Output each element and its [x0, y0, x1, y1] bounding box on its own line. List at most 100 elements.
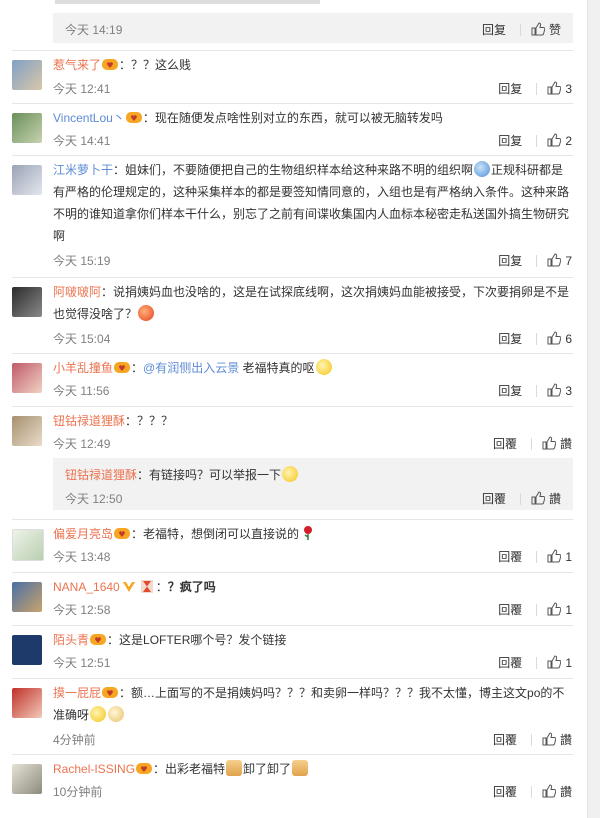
comment-text: 老福特真的呕 [239, 361, 315, 375]
avatar[interactable] [12, 582, 42, 612]
comment-text-prefix: ： [131, 361, 144, 375]
like-button[interactable]: 3 [547, 81, 572, 96]
comment-time: 今天 14:19 [65, 23, 123, 37]
like-count: 讚 [548, 492, 561, 506]
comment-item: Rachel-ISSING ♥ ：出彩老福特 卸了卸了 10分钟前 回覆 讚 [0, 754, 585, 808]
avatar[interactable] [12, 113, 42, 143]
avatar[interactable] [12, 529, 44, 561]
avatar[interactable] [12, 764, 42, 794]
vip-badge-icon: ♥ [136, 763, 153, 774]
like-button[interactable]: 讚 [542, 784, 572, 799]
verified-v-icon [122, 582, 135, 592]
like-button[interactable]: 1 [547, 602, 572, 617]
svg-text:♥: ♥ [130, 114, 137, 123]
avatar[interactable] [12, 60, 42, 90]
like-button[interactable]: 6 [547, 331, 572, 346]
username[interactable]: 惹气来了 [53, 58, 101, 72]
like-count: 讚 [559, 437, 572, 451]
thumb-up-icon [531, 22, 545, 36]
reply-button[interactable]: 回覆 [493, 785, 517, 799]
username[interactable]: 摸一屁屁 [53, 686, 101, 700]
comment-time: 今天 12:49 [53, 437, 111, 451]
vip-badge-icon: ♥ [125, 112, 142, 123]
reply-button[interactable]: 回覆 [493, 733, 517, 747]
username[interactable]: NANA_1640 [53, 580, 120, 594]
like-button[interactable]: 讚 [542, 732, 572, 747]
avatar[interactable] [12, 635, 42, 665]
comment-item: 江米萝卜干：姐妹们，不要随便把自己的生物组织样本给这种来路不明的组织啊 正规科研都… [0, 155, 585, 277]
thumb-up-icon [542, 436, 556, 450]
avatar[interactable] [12, 688, 42, 718]
vip-badge-icon: ♥ [102, 59, 119, 70]
like-button[interactable]: 赞 [531, 22, 561, 37]
username[interactable]: 小羊乱撞鱼 [53, 361, 113, 375]
username[interactable]: Rachel-ISSING [53, 762, 135, 776]
thumb-up-icon [547, 253, 562, 267]
username[interactable]: VincentLou丶 [53, 111, 125, 125]
emoji-icon [282, 466, 299, 482]
svg-text:♥: ♥ [106, 689, 113, 698]
vertical-scrollbar[interactable] [587, 0, 600, 818]
avatar[interactable] [12, 363, 42, 393]
thumb-up-icon [547, 655, 562, 669]
comment-text: ：现在随便发点啥性别对立的东西，就可以被无脑转发吗 [142, 111, 443, 125]
username[interactable]: 江米萝卜干 [53, 163, 113, 177]
laugh-cry-emoji-icon [90, 706, 107, 722]
vip-badge-icon: ♥ [90, 634, 107, 645]
username[interactable]: 阿啵啵阿 [53, 285, 101, 299]
like-count: 7 [565, 254, 572, 268]
like-count: 2 [565, 134, 572, 148]
like-button[interactable]: 3 [547, 383, 572, 398]
comment-text: ：额…上面写的不是捐姨妈吗？？？和卖卵一样吗？？？我不太懂，博主这文po的不准确… [53, 686, 565, 722]
reply-button[interactable]: 回复 [498, 332, 522, 346]
comment-text: ： [155, 580, 168, 594]
reply-button[interactable]: 回覆 [498, 603, 522, 617]
comment-item: 偏爱月亮岛 ♥ ：老福特，想倒闭可以直接说的 今天 13:48 回覆 1 [0, 519, 585, 572]
emoji-icon [474, 161, 491, 177]
thumb-up-icon [547, 549, 562, 563]
like-button[interactable]: 讚 [531, 491, 561, 506]
comment-item: 摸一屁屁 ♥ ：额…上面写的不是捐姨妈吗？？？和卖卵一样吗？？？我不太懂，博主这文p… [0, 678, 585, 754]
reply-button[interactable]: 回复 [482, 23, 506, 37]
reply-button[interactable]: 回复 [498, 254, 522, 268]
reply-button[interactable]: 回复 [498, 82, 522, 96]
sub-reply-box: 钮钴禄道狸酥：有链接吗？可以举报一下 今天 12:50 回覆 讚 [53, 458, 573, 510]
like-count: 1 [565, 550, 572, 564]
reply-button[interactable]: 回覆 [498, 550, 522, 564]
thumb-up-icon [547, 383, 562, 397]
reply-button[interactable]: 回覆 [493, 437, 517, 451]
sub-reply-box: 今天 14:19 回复 赞 [53, 13, 573, 43]
reply-button[interactable]: 回复 [498, 384, 522, 398]
svg-text:♥: ♥ [106, 61, 113, 70]
like-button[interactable]: 2 [547, 133, 572, 148]
like-button[interactable]: 1 [547, 549, 572, 564]
comment-text: ：说捐姨妈血也没啥的，这是在试探底线啊，这次捐姨妈血能被接受，下次要捐卵是不是也… [53, 285, 570, 321]
username[interactable]: 陌头青 [53, 633, 89, 647]
thumbs-up-emoji-icon [292, 760, 309, 776]
mention-link[interactable]: @有润侧出入云景 [143, 361, 239, 375]
comment-time: 今天 11:56 [53, 384, 110, 398]
like-button[interactable]: 1 [547, 655, 572, 670]
avatar[interactable] [12, 416, 42, 446]
avatar[interactable] [12, 287, 42, 317]
doge-emoji-icon [108, 706, 125, 722]
comment-time: 今天 14:41 [53, 134, 111, 148]
comment-text: ：老福特，想倒闭可以直接说的 [131, 527, 300, 541]
username[interactable]: 钮钴禄道狸酥 [53, 414, 125, 428]
reply-button[interactable]: 回复 [498, 134, 522, 148]
username[interactable]: 偏爱月亮岛 [53, 527, 113, 541]
reply-button[interactable]: 回覆 [498, 656, 522, 670]
like-button[interactable]: 7 [547, 253, 572, 268]
like-button[interactable]: 讚 [542, 436, 572, 451]
like-count: 1 [565, 603, 572, 617]
reply-button[interactable]: 回覆 [482, 492, 506, 506]
vip-badge-icon: ♥ [114, 528, 131, 539]
comment-text-bold: ？疯了吗 [167, 580, 216, 594]
svg-text:♥: ♥ [118, 530, 125, 539]
username[interactable]: 钮钴禄道狸酥 [65, 468, 137, 482]
like-count: 讚 [559, 785, 572, 799]
vip-badge-icon: ♥ [102, 687, 119, 698]
comment-time: 10分钟前 [53, 785, 103, 799]
thumbs-up-emoji-icon [226, 760, 243, 776]
avatar[interactable] [12, 165, 42, 195]
